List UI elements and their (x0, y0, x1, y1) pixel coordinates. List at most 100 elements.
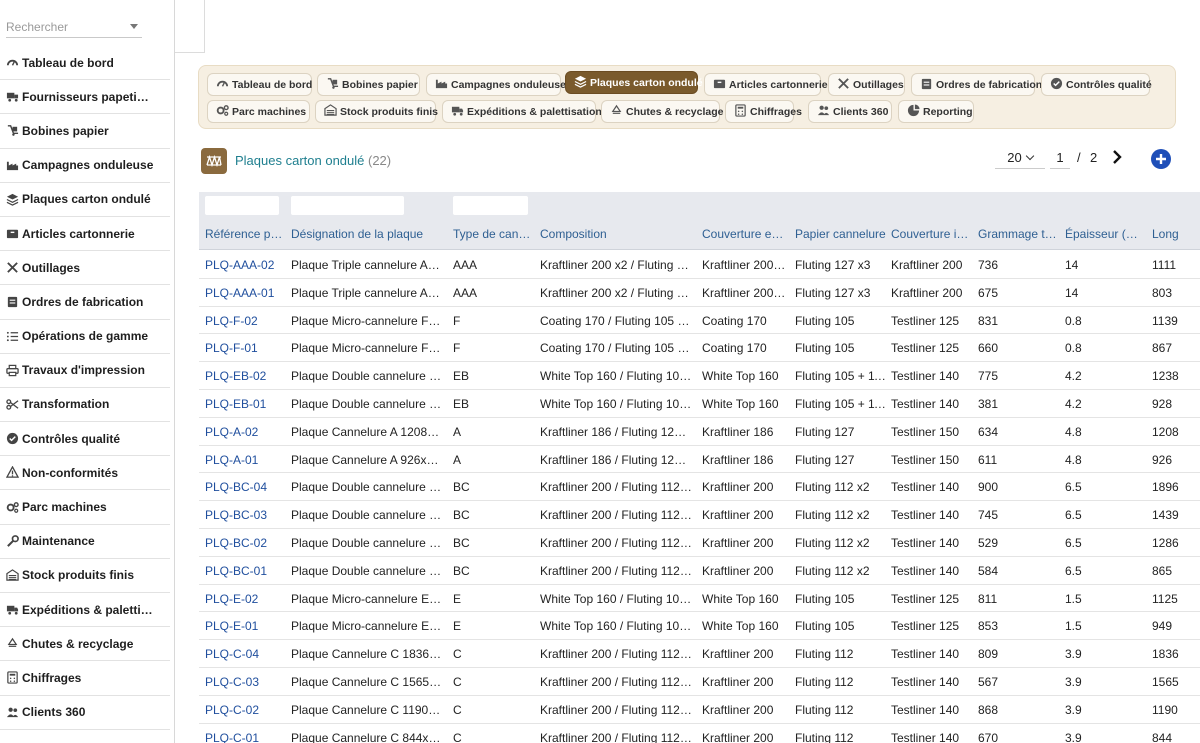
tab-10[interactable]: Expéditions & palettisation (442, 100, 602, 123)
sidebar-item-7[interactable]: Ordres de fabrication (0, 285, 170, 320)
sidebar-item-8[interactable]: Opérations de gamme (0, 320, 170, 354)
table-row[interactable]: PLQ-A-02 Plaque Cannelure A 1208x807 A Kraf… (199, 418, 1200, 446)
reference-link[interactable]: PLQ-C-04 (205, 647, 259, 661)
reference-link[interactable]: PLQ-C-03 (205, 675, 259, 689)
table-cell: 4.8 (1065, 452, 1082, 467)
sidebar-item-12[interactable]: Non-conformités (0, 456, 170, 491)
table-cell: Kraftliner 200 (702, 480, 774, 495)
sidebar-item-17[interactable]: Chutes & recyclage (0, 627, 170, 662)
column-header[interactable]: Désignation de la plaque (291, 227, 423, 241)
tab-9[interactable]: Stock produits finis (315, 100, 438, 123)
sidebar-item-2[interactable]: Bobines papier (0, 114, 170, 149)
reference-link[interactable]: PLQ-BC-01 (205, 564, 267, 578)
reference-link[interactable]: PLQ-AAA-01 (205, 286, 274, 300)
tab-13[interactable]: Clients 360 (808, 100, 892, 123)
reference-link[interactable]: PLQ-BC-02 (205, 536, 267, 550)
chevron-right-icon[interactable] (1110, 149, 1124, 165)
sidebar-item-10[interactable]: Transformation (0, 388, 170, 423)
table-row[interactable]: PLQ-AAA-01 Plaque Triple cannelure AA… AAA… (199, 279, 1200, 307)
page-number-input[interactable]: 1 (1050, 147, 1070, 169)
column-header[interactable]: Couverture ex… (702, 227, 788, 241)
tab-5[interactable]: Outillages (828, 73, 905, 96)
column-header[interactable]: Couverture i… (891, 227, 968, 241)
filter-type[interactable] (453, 196, 528, 215)
caret-down-icon[interactable] (130, 24, 138, 29)
table-cell: Kraftliner 186 / Fluting 127 / … (540, 452, 692, 467)
tab-12[interactable]: Chiffrages (725, 100, 802, 123)
sidebar-item-16[interactable]: Expéditions & paletti… (0, 593, 170, 628)
table-row[interactable]: PLQ-F-02 Plaque Micro-cannelure F 1… F Coat… (199, 307, 1200, 335)
table-row[interactable]: PLQ-BC-02 Plaque Double cannelure B… BC Kra… (199, 529, 1200, 557)
reference-link[interactable]: PLQ-EB-02 (205, 369, 266, 383)
data-table: Référence pl… Désignation de la plaque Typ… (199, 192, 1200, 743)
column-header[interactable]: Épaisseur (… (1065, 227, 1138, 241)
sidebar-item-label: Articles cartonnerie (22, 226, 135, 241)
sidebar-item-18[interactable]: Chiffrages (0, 661, 170, 696)
tab-8[interactable]: Parc machines (207, 100, 310, 123)
reference-link[interactable]: PLQ-BC-03 (205, 508, 267, 522)
sidebar-item-14[interactable]: Maintenance (0, 525, 170, 559)
table-row[interactable]: PLQ-C-02 Plaque Cannelure C 1190x9… C Kraft… (199, 696, 1200, 724)
table-row[interactable]: PLQ-AAA-02 Plaque Triple cannelure AA… AAA… (199, 251, 1200, 279)
table-row[interactable]: PLQ-E-01 Plaque Micro-cannelure E 9… E Whit… (199, 612, 1200, 641)
table-row[interactable]: PLQ-EB-02 Plaque Double cannelure E… EB Whi… (199, 362, 1200, 390)
tab-11[interactable]: Chutes & recyclage (601, 100, 723, 123)
sidebar-item-15[interactable]: Stock produits finis (0, 559, 170, 593)
table-cell: BC (453, 508, 470, 523)
dolly-icon (326, 77, 339, 93)
reference-link[interactable]: PLQ-A-01 (205, 453, 258, 467)
sidebar-item-3[interactable]: Campagnes onduleuse (0, 149, 170, 183)
reference-link[interactable]: PLQ-E-02 (205, 592, 258, 606)
table-row[interactable]: PLQ-BC-03 Plaque Double cannelure B… BC Kra… (199, 501, 1200, 529)
add-button[interactable] (1151, 149, 1171, 169)
sidebar-item-label: Contrôles qualité (22, 431, 121, 446)
table-row[interactable]: PLQ-C-03 Plaque Cannelure C 1565x1… C Kraft… (199, 668, 1200, 696)
table-row[interactable]: PLQ-EB-01 Plaque Double cannelure E… EB Whi… (199, 390, 1200, 418)
filter-designation[interactable] (291, 196, 404, 215)
sidebar-item-11[interactable]: Contrôles qualité (0, 422, 170, 457)
tab-6[interactable]: Ordres de fabrication (911, 73, 1042, 96)
reference-link[interactable]: PLQ-E-01 (205, 619, 258, 633)
table-row[interactable]: PLQ-C-04 Plaque Cannelure C 1836x1… C Kraft… (199, 640, 1200, 668)
tab-7[interactable]: Contrôles qualité (1041, 73, 1152, 96)
reference-link[interactable]: PLQ-C-02 (205, 703, 259, 717)
sidebar-item-9[interactable]: Travaux d'impression (0, 354, 170, 388)
sidebar-item-5[interactable]: Articles cartonnerie (0, 217, 170, 252)
sidebar-item-19[interactable]: Clients 360 (0, 696, 170, 730)
filter-reference[interactable] (205, 196, 279, 215)
sidebar-item-0[interactable]: Tableau de bord (0, 46, 170, 81)
table-row[interactable]: PLQ-BC-01 Plaque Double cannelure B… BC Kra… (199, 557, 1200, 585)
reference-link[interactable]: PLQ-C-01 (205, 731, 259, 743)
table-cell: 1286 (1152, 536, 1179, 550)
table-row[interactable]: PLQ-F-01 Plaque Micro-cannelure F 8… F Coat… (199, 334, 1200, 363)
tab-3[interactable]: Plaques carton ondulé (565, 71, 703, 94)
table-row[interactable]: PLQ-E-02 Plaque Micro-cannelure E 1… E Whit… (199, 585, 1200, 613)
tab-2[interactable]: Campagnes onduleuse (426, 73, 566, 96)
sidebar-item-4[interactable]: Plaques carton ondulé (0, 183, 170, 217)
column-header[interactable]: Référence pl… (205, 227, 285, 241)
column-header[interactable]: Grammage t… (978, 227, 1057, 241)
reference-link[interactable]: PLQ-AAA-02 (205, 258, 274, 272)
sidebar-item-13[interactable]: Parc machines (0, 490, 170, 525)
table-row[interactable]: PLQ-A-01 Plaque Cannelure A 926x729 A Kraft… (199, 446, 1200, 474)
reference-link[interactable]: PLQ-F-01 (205, 341, 258, 355)
column-header[interactable]: Long (1152, 227, 1179, 241)
reference-link[interactable]: PLQ-EB-01 (205, 397, 266, 411)
reference-link[interactable]: PLQ-A-02 (205, 425, 258, 439)
sidebar-item-1[interactable]: Fournisseurs papeti… (0, 80, 170, 115)
column-header[interactable]: Composition (540, 227, 607, 241)
search-select[interactable]: Rechercher (6, 16, 142, 38)
table-row[interactable]: PLQ-C-01 Plaque Cannelure C 844x601 C Kraft… (199, 724, 1200, 743)
tab-1[interactable]: Bobines papier (317, 73, 420, 96)
tab-4[interactable]: Articles cartonnerie (704, 73, 828, 96)
table-cell: AAA (453, 258, 478, 272)
reference-link[interactable]: PLQ-F-02 (205, 314, 258, 328)
sidebar-item-6[interactable]: Outillages (0, 251, 170, 286)
tab-0[interactable]: Tableau de bord (207, 73, 312, 96)
reference-link[interactable]: PLQ-BC-04 (205, 480, 267, 494)
column-header[interactable]: Type de can… (453, 227, 530, 241)
page-size-select[interactable]: 20 (995, 147, 1045, 169)
column-header[interactable]: Papier cannelure (795, 227, 886, 241)
table-row[interactable]: PLQ-BC-04 Plaque Double cannelure B… BC Kra… (199, 473, 1200, 502)
tab-14[interactable]: Reporting (898, 100, 974, 123)
